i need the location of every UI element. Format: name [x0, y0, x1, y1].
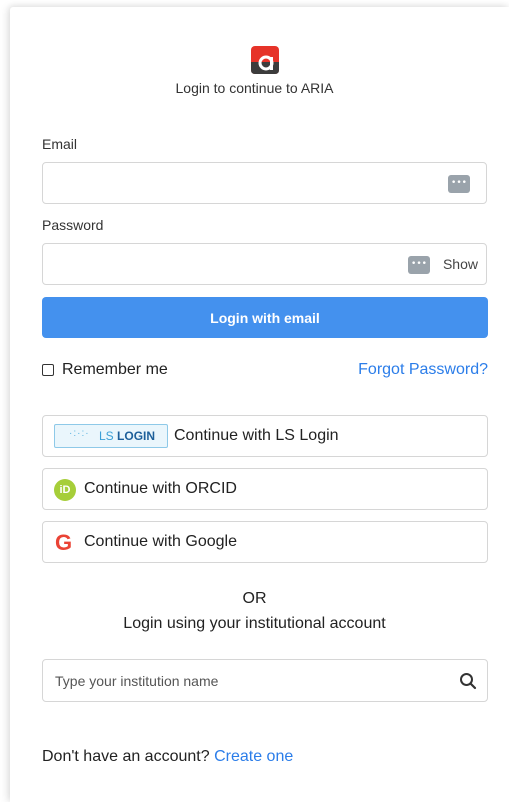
orcid-login-label: Continue with ORCID [84, 480, 237, 497]
google-icon: G [55, 530, 73, 555]
institution-heading: Login using your institutional account [123, 615, 386, 632]
or-divider: OR [242, 590, 267, 607]
email-field-box: ••• [42, 162, 487, 204]
search-icon[interactable] [459, 672, 477, 690]
show-password-toggle[interactable]: Show [443, 256, 478, 272]
forgot-password-link[interactable]: Forgot Password? [358, 361, 488, 379]
institution-search-input[interactable] [43, 660, 443, 701]
remember-me-checkbox[interactable] [42, 364, 54, 376]
google-login-button[interactable]: G Continue with Google [42, 521, 488, 563]
orcid-login-button[interactable]: iD Continue with ORCID [42, 468, 488, 510]
aria-logo-icon [251, 46, 279, 74]
login-with-email-button[interactable]: Login with email [42, 297, 488, 338]
ls-login-button[interactable]: ·:·:· LS LOGIN Continue with LS Login [42, 415, 488, 457]
signup-prompt: Don't have an account? Create one [42, 748, 293, 766]
password-manager-icon[interactable]: ••• [408, 256, 430, 274]
institution-search-box [42, 659, 488, 702]
login-subtitle: Login to continue to ARIA [175, 80, 334, 96]
email-label: Email [42, 136, 78, 152]
password-field-box: ••• Show [42, 243, 487, 285]
ls-login-badge: ·:·:· LS LOGIN [54, 424, 168, 448]
ls-badge-text: LOGIN [117, 429, 156, 443]
login-page: Login to continue to ARIA Email ••• Pass… [0, 0, 509, 802]
password-manager-icon[interactable]: ••• [448, 175, 470, 193]
create-account-link[interactable]: Create one [214, 748, 293, 765]
password-label: Password [42, 217, 104, 233]
signup-prompt-text: Don't have an account? [42, 748, 210, 765]
ls-badge-prefix: LS [99, 429, 114, 443]
ls-dots-icon: ·:·:· [69, 428, 90, 439]
orcid-icon: iD [54, 479, 76, 501]
google-login-label: Continue with Google [84, 533, 237, 550]
remember-me[interactable]: Remember me [42, 361, 168, 379]
ls-login-label: Continue with LS Login [174, 427, 339, 444]
email-field[interactable] [43, 163, 486, 203]
remember-me-label: Remember me [62, 361, 168, 378]
